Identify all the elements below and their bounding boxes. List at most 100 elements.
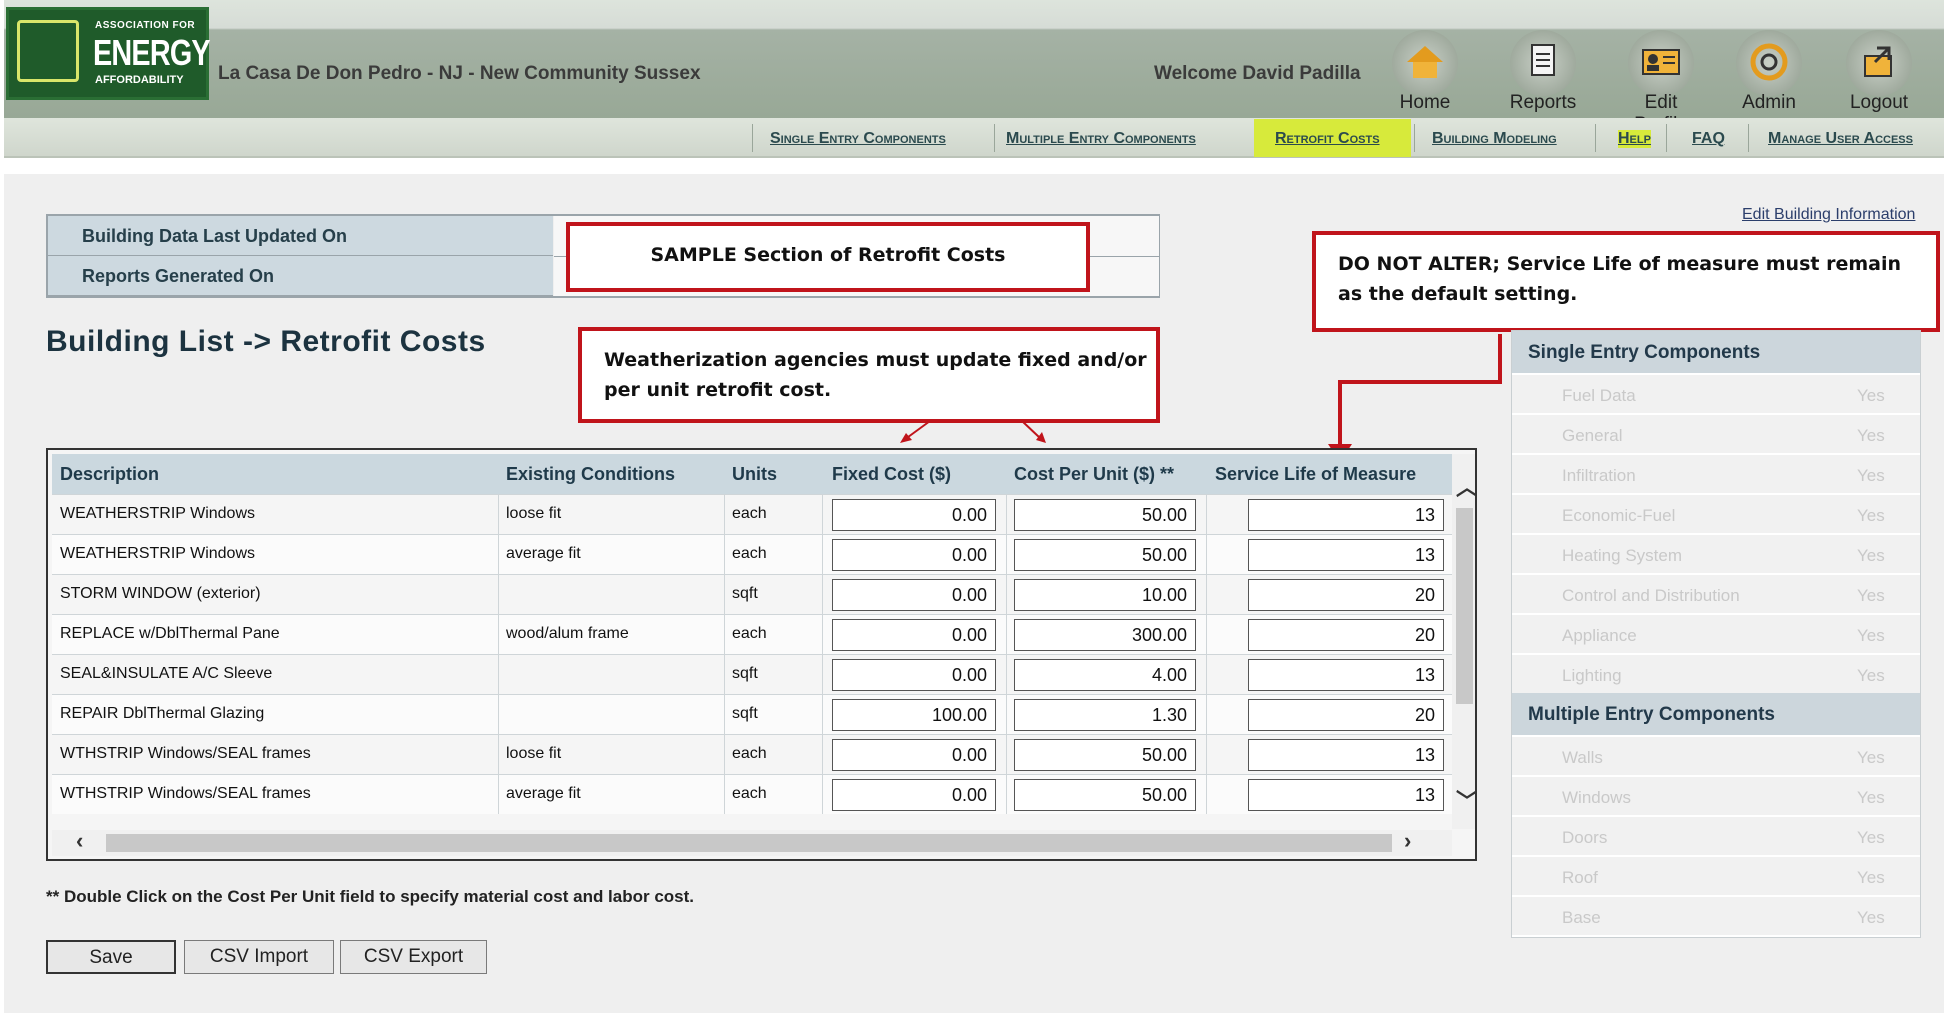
scroll-right-icon[interactable]: › bbox=[1404, 828, 1411, 854]
col-divider bbox=[1006, 575, 1007, 614]
cell-description: WTHSTRIP Windows/SEAL frames bbox=[60, 785, 311, 802]
fixed-cost-input[interactable]: 0.00 bbox=[832, 499, 996, 531]
table-row: REPLACE w/DblThermal Pane wood/alum frame… bbox=[52, 614, 1452, 654]
col-service-life[interactable]: Service Life of Measure bbox=[1215, 464, 1416, 485]
table-row: WTHSTRIP Windows/SEAL frames average fit e… bbox=[52, 774, 1452, 814]
save-button[interactable]: Save bbox=[46, 940, 176, 974]
col-description[interactable]: Description bbox=[60, 464, 159, 485]
fixed-cost-input[interactable]: 100.00 bbox=[832, 699, 996, 731]
side-item-status: Yes bbox=[1857, 426, 1885, 445]
cell-units: each bbox=[732, 745, 767, 762]
cost-per-unit-input[interactable]: 50.00 bbox=[1014, 739, 1196, 771]
col-cost-per-unit[interactable]: Cost Per Unit ($) ** bbox=[1014, 464, 1174, 485]
vertical-scrollbar[interactable]: ︿ ﹀ bbox=[1452, 454, 1475, 829]
cell-existing-conditions: loose fit bbox=[506, 505, 562, 522]
fixed-cost-input[interactable]: 0.00 bbox=[832, 579, 996, 611]
side-item[interactable]: Economic-Fuel Yes bbox=[1512, 493, 1920, 533]
service-life-input[interactable]: 13 bbox=[1248, 499, 1444, 531]
side-item[interactable]: Base Yes bbox=[1512, 895, 1920, 935]
csv-export-button[interactable]: CSV Export bbox=[340, 940, 487, 974]
col-divider bbox=[498, 615, 499, 654]
col-divider bbox=[822, 615, 823, 654]
service-life-input[interactable]: 20 bbox=[1248, 579, 1444, 611]
col-divider bbox=[498, 535, 499, 574]
cell-units: sqft bbox=[732, 665, 758, 682]
fixed-cost-input[interactable]: 0.00 bbox=[832, 659, 996, 691]
service-life-input[interactable]: 20 bbox=[1248, 619, 1444, 651]
cost-per-unit-input[interactable]: 50.00 bbox=[1014, 499, 1196, 531]
col-divider bbox=[1006, 695, 1007, 734]
side-item[interactable]: Windows Yes bbox=[1512, 775, 1920, 815]
side-item-label: Fuel Data bbox=[1562, 386, 1636, 405]
col-divider bbox=[1006, 655, 1007, 694]
side-item-label: Heating System bbox=[1562, 546, 1682, 565]
side-item-status: Yes bbox=[1857, 586, 1885, 605]
col-divider bbox=[724, 655, 725, 694]
col-divider bbox=[498, 735, 499, 774]
side-item[interactable]: Roof Yes bbox=[1512, 855, 1920, 895]
horizontal-scrollbar[interactable]: ‹ › bbox=[52, 828, 1452, 856]
col-units[interactable]: Units bbox=[732, 464, 777, 485]
side-item-label: Roof bbox=[1562, 868, 1598, 887]
cell-description: SEAL&INSULATE A/C Sleeve bbox=[60, 665, 273, 682]
col-divider bbox=[822, 735, 823, 774]
side-single-title: Single Entry Components bbox=[1512, 331, 1920, 373]
service-life-input[interactable]: 20 bbox=[1248, 699, 1444, 731]
fixed-cost-input[interactable]: 0.00 bbox=[832, 539, 996, 571]
csv-import-button[interactable]: CSV Import bbox=[184, 940, 334, 974]
col-divider bbox=[1006, 735, 1007, 774]
cost-per-unit-input[interactable]: 1.30 bbox=[1014, 699, 1196, 731]
side-item[interactable]: Fuel Data Yes bbox=[1512, 373, 1920, 413]
side-item[interactable]: Walls Yes bbox=[1512, 735, 1920, 775]
service-life-input[interactable]: 13 bbox=[1248, 739, 1444, 771]
col-divider bbox=[498, 775, 499, 814]
col-divider bbox=[1006, 615, 1007, 654]
col-divider bbox=[1206, 735, 1207, 774]
horizontal-scroll-thumb[interactable] bbox=[106, 834, 1392, 852]
col-divider bbox=[822, 655, 823, 694]
col-divider bbox=[724, 575, 725, 614]
cost-per-unit-input[interactable]: 4.00 bbox=[1014, 659, 1196, 691]
col-divider bbox=[822, 695, 823, 734]
side-item-status: Yes bbox=[1857, 868, 1885, 887]
service-life-input[interactable]: 13 bbox=[1248, 659, 1444, 691]
side-item-label: Walls bbox=[1562, 748, 1603, 767]
cell-units: each bbox=[732, 545, 767, 562]
col-divider bbox=[724, 535, 725, 574]
side-item[interactable]: Lighting Yes bbox=[1512, 653, 1920, 693]
cell-existing-conditions: average fit bbox=[506, 785, 581, 802]
scroll-up-icon[interactable]: ︿ bbox=[1456, 470, 1475, 502]
col-divider bbox=[1006, 775, 1007, 814]
side-item[interactable]: Doors Yes bbox=[1512, 815, 1920, 855]
fixed-cost-input[interactable]: 0.00 bbox=[832, 619, 996, 651]
side-item[interactable]: Appliance Yes bbox=[1512, 613, 1920, 653]
col-divider bbox=[1006, 495, 1007, 534]
side-item-label: Windows bbox=[1562, 788, 1631, 807]
side-item-status: Yes bbox=[1857, 666, 1885, 685]
service-life-input[interactable]: 13 bbox=[1248, 539, 1444, 571]
col-divider bbox=[498, 575, 499, 614]
cell-units: each bbox=[732, 505, 767, 522]
side-item-status: Yes bbox=[1857, 626, 1885, 645]
side-item-label: Appliance bbox=[1562, 626, 1637, 645]
cost-per-unit-input[interactable]: 300.00 bbox=[1014, 619, 1196, 651]
cost-per-unit-input[interactable]: 50.00 bbox=[1014, 779, 1196, 811]
cell-units: each bbox=[732, 625, 767, 642]
fixed-cost-input[interactable]: 0.00 bbox=[832, 739, 996, 771]
side-item-label: Lighting bbox=[1562, 666, 1622, 685]
side-item[interactable]: Infiltration Yes bbox=[1512, 453, 1920, 493]
col-existing-conditions[interactable]: Existing Conditions bbox=[506, 464, 675, 485]
side-item-label: Infiltration bbox=[1562, 466, 1636, 485]
col-fixed-cost[interactable]: Fixed Cost ($) bbox=[832, 464, 951, 485]
vertical-scroll-thumb[interactable] bbox=[1456, 508, 1473, 704]
side-item[interactable]: General Yes bbox=[1512, 413, 1920, 453]
scroll-left-icon[interactable]: ‹ bbox=[76, 828, 83, 854]
cost-per-unit-input[interactable]: 50.00 bbox=[1014, 539, 1196, 571]
cost-per-unit-input[interactable]: 10.00 bbox=[1014, 579, 1196, 611]
side-item[interactable]: Control and Distribution Yes bbox=[1512, 573, 1920, 613]
service-life-input[interactable]: 13 bbox=[1248, 779, 1444, 811]
col-divider bbox=[1206, 655, 1207, 694]
scroll-down-icon[interactable]: ﹀ bbox=[1456, 784, 1475, 816]
fixed-cost-input[interactable]: 0.00 bbox=[832, 779, 996, 811]
side-item[interactable]: Heating System Yes bbox=[1512, 533, 1920, 573]
